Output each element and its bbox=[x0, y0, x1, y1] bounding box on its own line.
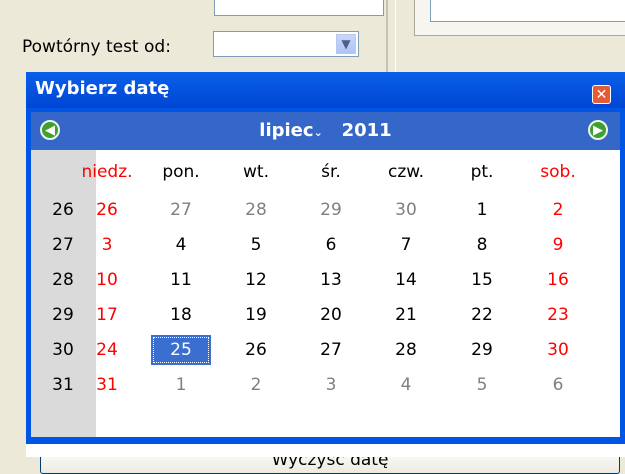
day-cell[interactable]: 8 bbox=[452, 230, 512, 260]
arrow-left-icon[interactable]: ◀ bbox=[40, 120, 60, 140]
day-cell[interactable]: 30 bbox=[528, 335, 588, 365]
day-cell[interactable]: 27 bbox=[301, 335, 361, 365]
day-cell[interactable]: 26 bbox=[226, 335, 286, 365]
calendar-header: lipiec⌄ 2011 ◀ ▶ bbox=[31, 112, 620, 150]
popup-bottom bbox=[26, 444, 625, 457]
day-cell[interactable]: 1 bbox=[151, 370, 211, 400]
day-cell[interactable]: 6 bbox=[301, 230, 361, 260]
day-cell[interactable]: 10 bbox=[77, 265, 137, 295]
day-cell[interactable]: 19 bbox=[226, 300, 286, 330]
divider-highlight bbox=[395, 0, 396, 75]
month-year-label[interactable]: lipiec⌄ 2011 bbox=[31, 112, 620, 150]
day-cell[interactable]: 3 bbox=[301, 370, 361, 400]
year-label[interactable]: 2011 bbox=[342, 120, 392, 141]
divider bbox=[386, 0, 388, 75]
weekday-header: wt. bbox=[243, 162, 269, 182]
day-cell[interactable]: 7 bbox=[376, 230, 436, 260]
top-input-box[interactable] bbox=[214, 0, 384, 16]
day-cell[interactable]: 31 bbox=[77, 370, 137, 400]
day-cell[interactable]: 20 bbox=[301, 300, 361, 330]
day-cell[interactable]: 24 bbox=[77, 335, 137, 365]
retest-date-combo[interactable]: ▼ bbox=[213, 31, 359, 57]
day-cell[interactable]: 28 bbox=[376, 335, 436, 365]
day-cell[interactable]: 2 bbox=[528, 195, 588, 225]
day-cell[interactable]: 9 bbox=[528, 230, 588, 260]
day-cell[interactable]: 16 bbox=[528, 265, 588, 295]
month-label[interactable]: lipiec bbox=[259, 120, 313, 141]
day-cell[interactable]: 22 bbox=[452, 300, 512, 330]
day-cell[interactable]: 23 bbox=[528, 300, 588, 330]
day-cell[interactable]: 1 bbox=[452, 195, 512, 225]
day-cell[interactable]: 17 bbox=[77, 300, 137, 330]
popup-title: Wybierz datę bbox=[35, 78, 170, 99]
day-cell[interactable]: 13 bbox=[301, 265, 361, 295]
day-cell[interactable]: 15 bbox=[452, 265, 512, 295]
arrow-right-icon[interactable]: ▶ bbox=[588, 120, 608, 140]
day-cell[interactable]: 30 bbox=[376, 195, 436, 225]
weekday-header: śr. bbox=[321, 162, 341, 182]
right-input[interactable] bbox=[430, 0, 625, 22]
popup-title-bar: Wybierz datę ✕ bbox=[26, 72, 625, 108]
day-cell[interactable]: 4 bbox=[151, 230, 211, 260]
day-cell[interactable]: 12 bbox=[226, 265, 286, 295]
day-cell[interactable]: 28 bbox=[226, 195, 286, 225]
weekday-header: pon. bbox=[162, 162, 200, 182]
day-cell[interactable]: 27 bbox=[151, 195, 211, 225]
day-cell[interactable]: 5 bbox=[226, 230, 286, 260]
chevron-down-icon[interactable]: ▼ bbox=[336, 34, 356, 54]
day-cell[interactable]: 29 bbox=[452, 335, 512, 365]
day-cell[interactable]: 26 bbox=[77, 195, 137, 225]
day-cell[interactable]: 14 bbox=[376, 265, 436, 295]
day-cell[interactable]: 5 bbox=[452, 370, 512, 400]
close-icon[interactable]: ✕ bbox=[592, 85, 611, 104]
weekday-header: czw. bbox=[387, 162, 425, 182]
retest-label: Powtórny test od: bbox=[22, 37, 171, 57]
day-cell[interactable]: 18 bbox=[151, 300, 211, 330]
weekday-header: sob. bbox=[540, 162, 576, 182]
day-cell[interactable]: 3 bbox=[77, 230, 137, 260]
day-cell[interactable]: 21 bbox=[376, 300, 436, 330]
calendar: lipiec⌄ 2011 ◀ ▶ niedz. pon. wt. śr. czw. pt.… bbox=[31, 112, 620, 474]
day-cell[interactable]: 4 bbox=[376, 370, 436, 400]
day-cell[interactable]: 11 bbox=[151, 265, 211, 295]
day-cell[interactable]: 29 bbox=[301, 195, 361, 225]
selected-day-cell[interactable]: 25 bbox=[151, 335, 211, 365]
day-cell[interactable]: 6 bbox=[528, 370, 588, 400]
date-picker-popup: Wybierz datę ✕ lipiec⌄ 2011 ◀ ▶ niedz. po… bbox=[26, 72, 625, 474]
weekday-header: niedz. bbox=[81, 162, 133, 182]
weekday-header: pt. bbox=[470, 162, 494, 182]
day-cell[interactable]: 2 bbox=[226, 370, 286, 400]
